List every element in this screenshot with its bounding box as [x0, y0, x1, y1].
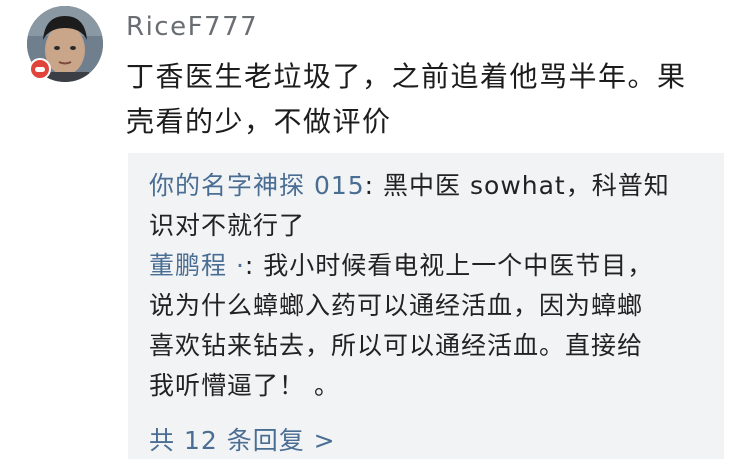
comment-username[interactable]: RiceF777 [126, 11, 258, 43]
reply-text: 说为什么蟑螂入药可以通经活血，因为蟑螂 [149, 291, 644, 320]
reply-text: 黑中医 sowhat，科普知 [383, 171, 670, 200]
reply-text: 我小时候看电视上一个中医节目， [263, 251, 654, 280]
comment-text-line: 丁香医生老垃圾了，之前追着他骂半年。果 [126, 60, 687, 93]
comment-text: 丁香医生老垃圾了，之前追着他骂半年。果 壳看的少，不做评价 [126, 54, 726, 144]
reply-item[interactable]: 你的名字神探 015: 黑中医 sowhat，科普知 识对不就行了 [149, 166, 709, 246]
replies-box[interactable]: 你的名字神探 015: 黑中医 sowhat，科普知 识对不就行了 董鹏程 ·:… [128, 153, 724, 459]
badge-icon [29, 58, 51, 80]
reply-line: 董鹏程 ·: 我小时候看电视上一个中医节目， [149, 246, 709, 286]
reply-separator: : [364, 171, 384, 200]
comment-text-line: 壳看的少，不做评价 [126, 105, 392, 138]
reply-author[interactable]: 董鹏程 · [149, 251, 245, 280]
reply-line: 你的名字神探 015: 黑中医 sowhat，科普知 [149, 166, 709, 206]
reply-text: 我听懵逼了！ 。 [149, 371, 340, 400]
reply-text: 喜欢钻来钻去，所以可以通经活血。直接给 [149, 331, 644, 360]
reply-separator: : [244, 251, 264, 280]
more-replies-link[interactable]: 共 12 条回复 > [149, 425, 336, 457]
reply-text: 识对不就行了 [149, 211, 306, 240]
comment-item: RiceF777 丁香医生老垃圾了，之前追着他骂半年。果 壳看的少，不做评价 你… [0, 0, 750, 459]
reply-item[interactable]: 董鹏程 ·: 我小时候看电视上一个中医节目， 说为什么蟑螂入药可以通经活血，因为… [149, 246, 709, 406]
reply-author[interactable]: 你的名字神探 015 [149, 171, 365, 200]
